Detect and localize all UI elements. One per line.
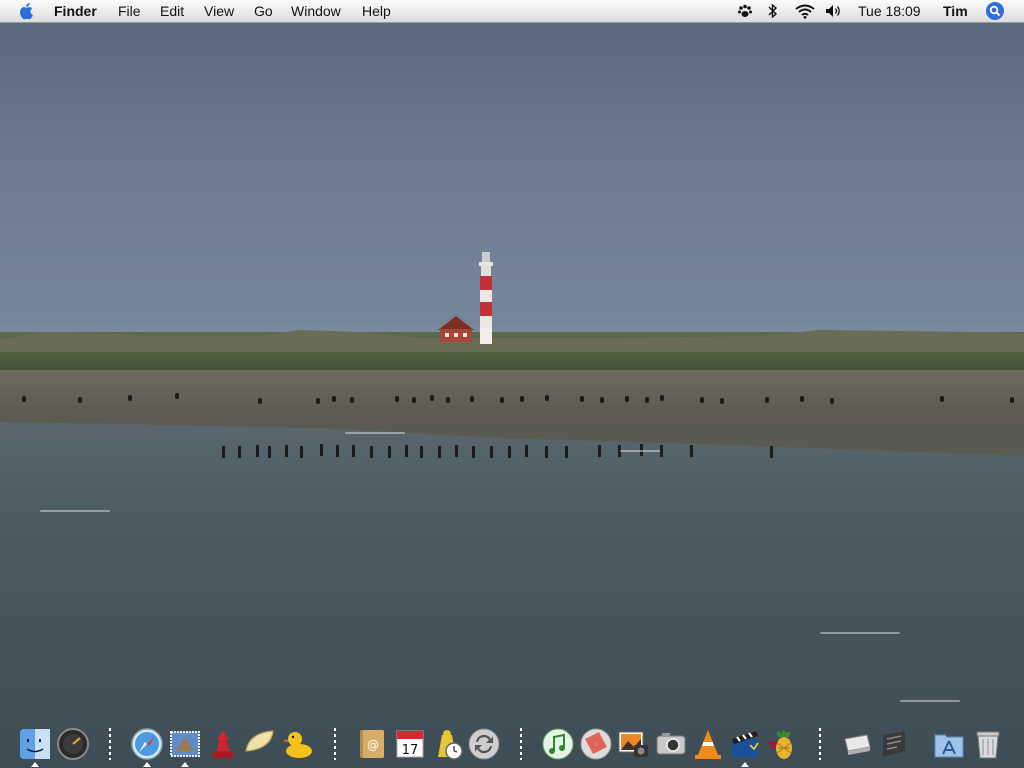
sandbar (0, 418, 1024, 456)
menu-help[interactable]: Help (362, 0, 391, 22)
spotlight-icon[interactable] (984, 0, 1006, 22)
volume-icon[interactable] (824, 0, 844, 22)
paw-icon[interactable] (734, 0, 756, 22)
red-house (438, 316, 474, 342)
bluetooth-icon[interactable] (764, 0, 782, 22)
menubar-clock[interactable]: Tue 18:09 (858, 0, 921, 22)
user-menu[interactable]: Tim (943, 0, 968, 22)
lighthouse (479, 252, 493, 344)
menu-go[interactable]: Go (254, 0, 273, 22)
dock (0, 722, 1024, 768)
menu-file[interactable]: File (118, 0, 141, 22)
menu-window[interactable]: Window (291, 0, 341, 22)
sea (0, 420, 1024, 768)
menu-edit[interactable]: Edit (160, 0, 184, 22)
menu-view[interactable]: View (204, 0, 234, 22)
desktop-wallpaper (0, 0, 1024, 768)
apple-icon[interactable] (16, 0, 38, 22)
dune-ridge (0, 330, 1024, 352)
wifi-icon[interactable] (792, 0, 818, 22)
app-name-menu[interactable]: Finder (54, 0, 97, 22)
menu-bar: Finder File Edit View Go Window Help Tue… (0, 0, 1024, 23)
